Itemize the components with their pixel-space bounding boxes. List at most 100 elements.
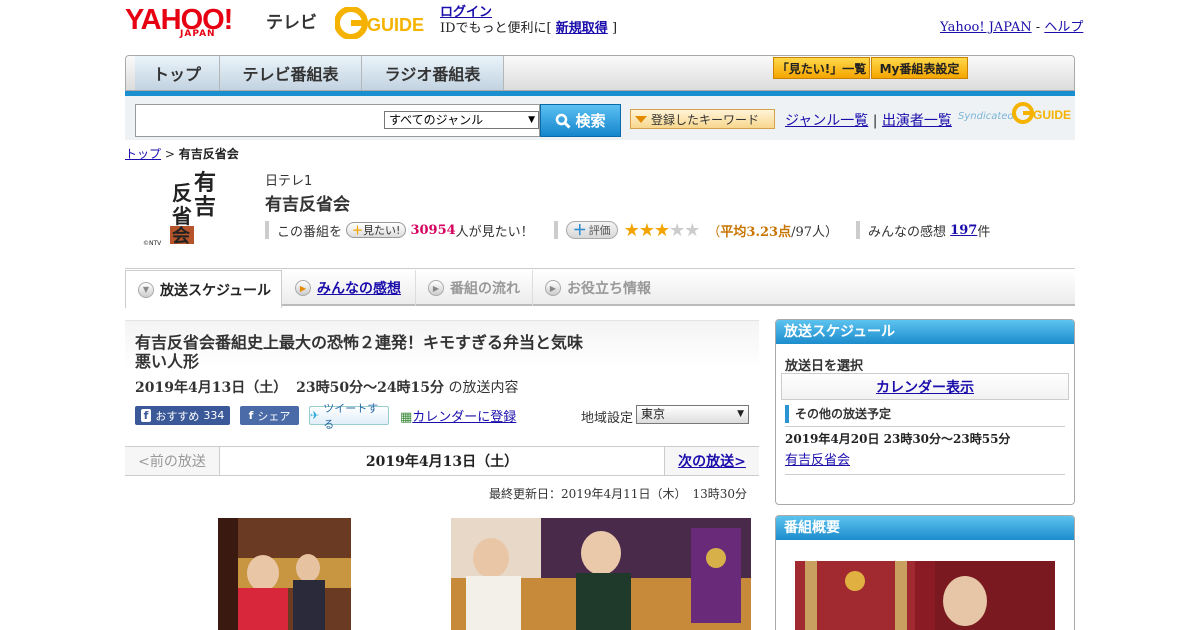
tab-label: お役立ち情報 (567, 281, 651, 297)
program-title: 有吉反省会 (265, 195, 350, 215)
chevron-right-icon: ▶ (545, 280, 561, 296)
search-button[interactable]: 検索 (540, 104, 621, 137)
performer-list-link[interactable]: 出演者一覧 (882, 113, 952, 129)
select-date-label: 放送日を選択 (785, 359, 864, 374)
episode-photo-1 (218, 518, 351, 630)
svg-text:会: 会 (172, 225, 190, 247)
tweet-button[interactable]: ✈ ツイートする (309, 402, 389, 431)
help-link[interactable]: ヘルプ (1044, 20, 1083, 35)
login-link[interactable]: ログイン (440, 5, 492, 20)
last-updated: 最終更新日：2019年4月11日（木） 13時30分 (489, 487, 747, 501)
gguide-logo[interactable]: GUIDE (334, 6, 433, 40)
tab-kansou[interactable]: ▶ みんなの感想 (283, 270, 415, 306)
channel-name: 日テレ1 (265, 174, 313, 189)
other-schedule-link-label[interactable]: 有吉反省会 (785, 453, 850, 468)
region-select[interactable]: 東京 (636, 405, 749, 424)
tab-program-flow[interactable]: ▶ 番組の流れ (415, 270, 532, 306)
stats-divider (553, 221, 558, 239)
login-block: ログイン IDでもっと便利に[ 新規取得 ] (440, 5, 617, 37)
kansou-count-link[interactable]: 197 (950, 223, 977, 238)
episode-datetime: 2019年4月13日（土） 23時50分～24時15分 の放送内容 (135, 377, 519, 397)
chevron-right-icon: ▶ (295, 280, 311, 296)
plus-icon: ＋ (352, 224, 364, 237)
mitai-button[interactable]: ＋見たい! (346, 222, 407, 238)
tweet-label: ツイートする (323, 401, 379, 431)
svg-text:反: 反 (172, 181, 192, 205)
svg-text:GUIDE: GUIDE (1033, 108, 1071, 122)
genre-list-link[interactable]: ジャンル一覧 (785, 113, 868, 129)
search-button-label: 検索 (575, 112, 606, 130)
tv-label: テレビ (266, 13, 317, 33)
syndicated-gguide-logo: GUIDE (1012, 101, 1072, 125)
tab-label: みんなの感想 (317, 281, 401, 297)
fb-recommend-label: おすすめ (155, 409, 200, 423)
my-schedule-button[interactable]: My番組表設定 (871, 57, 968, 79)
svg-text:吉: 吉 (194, 194, 216, 220)
breadcrumb-current: 有吉反省会 (178, 147, 239, 161)
nav-tab-tv-schedule[interactable]: テレビ番組表 (220, 56, 362, 90)
login-text: IDでもっと便利に[ (440, 21, 552, 36)
calendar-register-link[interactable]: カレンダーに登録 (412, 410, 516, 425)
calendar-view-button[interactable]: カレンダー表示 (781, 373, 1069, 400)
rating-button-label: 評価 (588, 224, 611, 237)
summary-sidebar-head: 番組概要 (776, 516, 1074, 540)
mitai-list-button[interactable]: 「見たい!」一覧 (773, 57, 870, 79)
yahoo-logo-sub: JAPAN (180, 29, 216, 39)
breadcrumb-top-link[interactable]: トップ (125, 147, 161, 161)
top-links: Yahoo! JAPAN - ヘルプ (940, 16, 1083, 35)
tab-label: 番組の流れ (450, 281, 520, 297)
mitai-suffix: 人が見たい！ (455, 224, 534, 240)
kansou-label: みんなの感想 (868, 224, 947, 240)
chevron-down-icon: ▼ (138, 281, 154, 298)
chevron-right-icon: ▶ (428, 280, 444, 296)
rating-button[interactable]: ＋評価 (565, 221, 618, 239)
program-logo: 有 吉 反 省 会 ©NTV (142, 168, 227, 248)
fb-share-label: シェア (257, 409, 291, 423)
genre-select[interactable]: すべてのジャンル (384, 111, 539, 129)
breadcrumb-separator: > (164, 147, 175, 161)
tab-useful-info[interactable]: ▶ お役立ち情報 (532, 270, 667, 306)
facebook-icon: f (140, 409, 152, 422)
genre-links: ジャンル一覧 | 出演者一覧 (785, 110, 952, 130)
rating-average: （平均3.23点/97人） (707, 221, 838, 240)
rating-count: /97人） (791, 224, 839, 240)
other-schedule-link[interactable]: 有吉反省会 (785, 449, 850, 468)
next-broadcast-link[interactable]: 次の放送> (664, 447, 759, 475)
region-label: 地域設定 (581, 411, 634, 426)
tab-broadcast-schedule[interactable]: ▼ 放送スケジュール (125, 270, 282, 308)
register-link[interactable]: 新規取得 (556, 21, 608, 36)
other-schedule-date: 2019年4月20日 23時30分～23時55分 (785, 432, 1011, 446)
syndicated-label: Syndicated (958, 111, 1014, 122)
breadcrumb: トップ > 有吉反省会 (125, 145, 239, 162)
yahoo-japan-link[interactable]: Yahoo! JAPAN (940, 20, 1032, 35)
program-stats: この番組を ＋見たい! 30954 人が見たい！ ＋評価 ★★★★★ （平均3.… (265, 219, 991, 241)
twitter-icon: ✈ (310, 409, 320, 422)
svg-text:GUIDE: GUIDE (367, 15, 424, 35)
registered-keyword-button[interactable]: 登録したキーワード (630, 109, 775, 129)
facebook-icon: f (248, 409, 254, 422)
svg-text:©NTV: ©NTV (143, 240, 162, 247)
facebook-share-button[interactable]: f シェア (240, 406, 299, 425)
stats-divider (265, 221, 269, 239)
calendar-register[interactable]: ▦カレンダーに登録 (400, 406, 516, 425)
episode-title: 有吉反省会番組史上最大の恐怖２連発！キモすぎる弁当と気味悪い人形 (135, 333, 584, 371)
rating-open-paren: （ (707, 224, 721, 240)
nav-tab-radio-schedule[interactable]: ラジオ番組表 (362, 56, 504, 90)
episode-time: 23時50分～24時15分 (296, 380, 445, 396)
divider (125, 268, 1075, 269)
kansou-suffix: 件 (977, 224, 991, 240)
tab-label: 放送スケジュール (160, 282, 272, 299)
episode-content-suffix: の放送内容 (448, 380, 519, 396)
rating-stars: ★★★★★ (623, 219, 701, 241)
search-icon (556, 113, 572, 129)
facebook-recommend-button[interactable]: f おすすめ 334 (135, 406, 230, 425)
calendar-view-link[interactable]: カレンダー表示 (876, 377, 974, 397)
episode-date: 2019年4月13日（土） (135, 380, 288, 396)
login-close: ] (611, 21, 618, 36)
nav-tab-top[interactable]: トップ (135, 56, 220, 90)
next-broadcast-label[interactable]: 次の放送> (678, 451, 746, 471)
schedule-sidebar-head: 放送スケジュール (776, 320, 1074, 344)
divider (785, 474, 1065, 475)
yahoo-logo[interactable]: YAHOO! (125, 5, 233, 35)
genre-links-separator: | (872, 113, 878, 129)
